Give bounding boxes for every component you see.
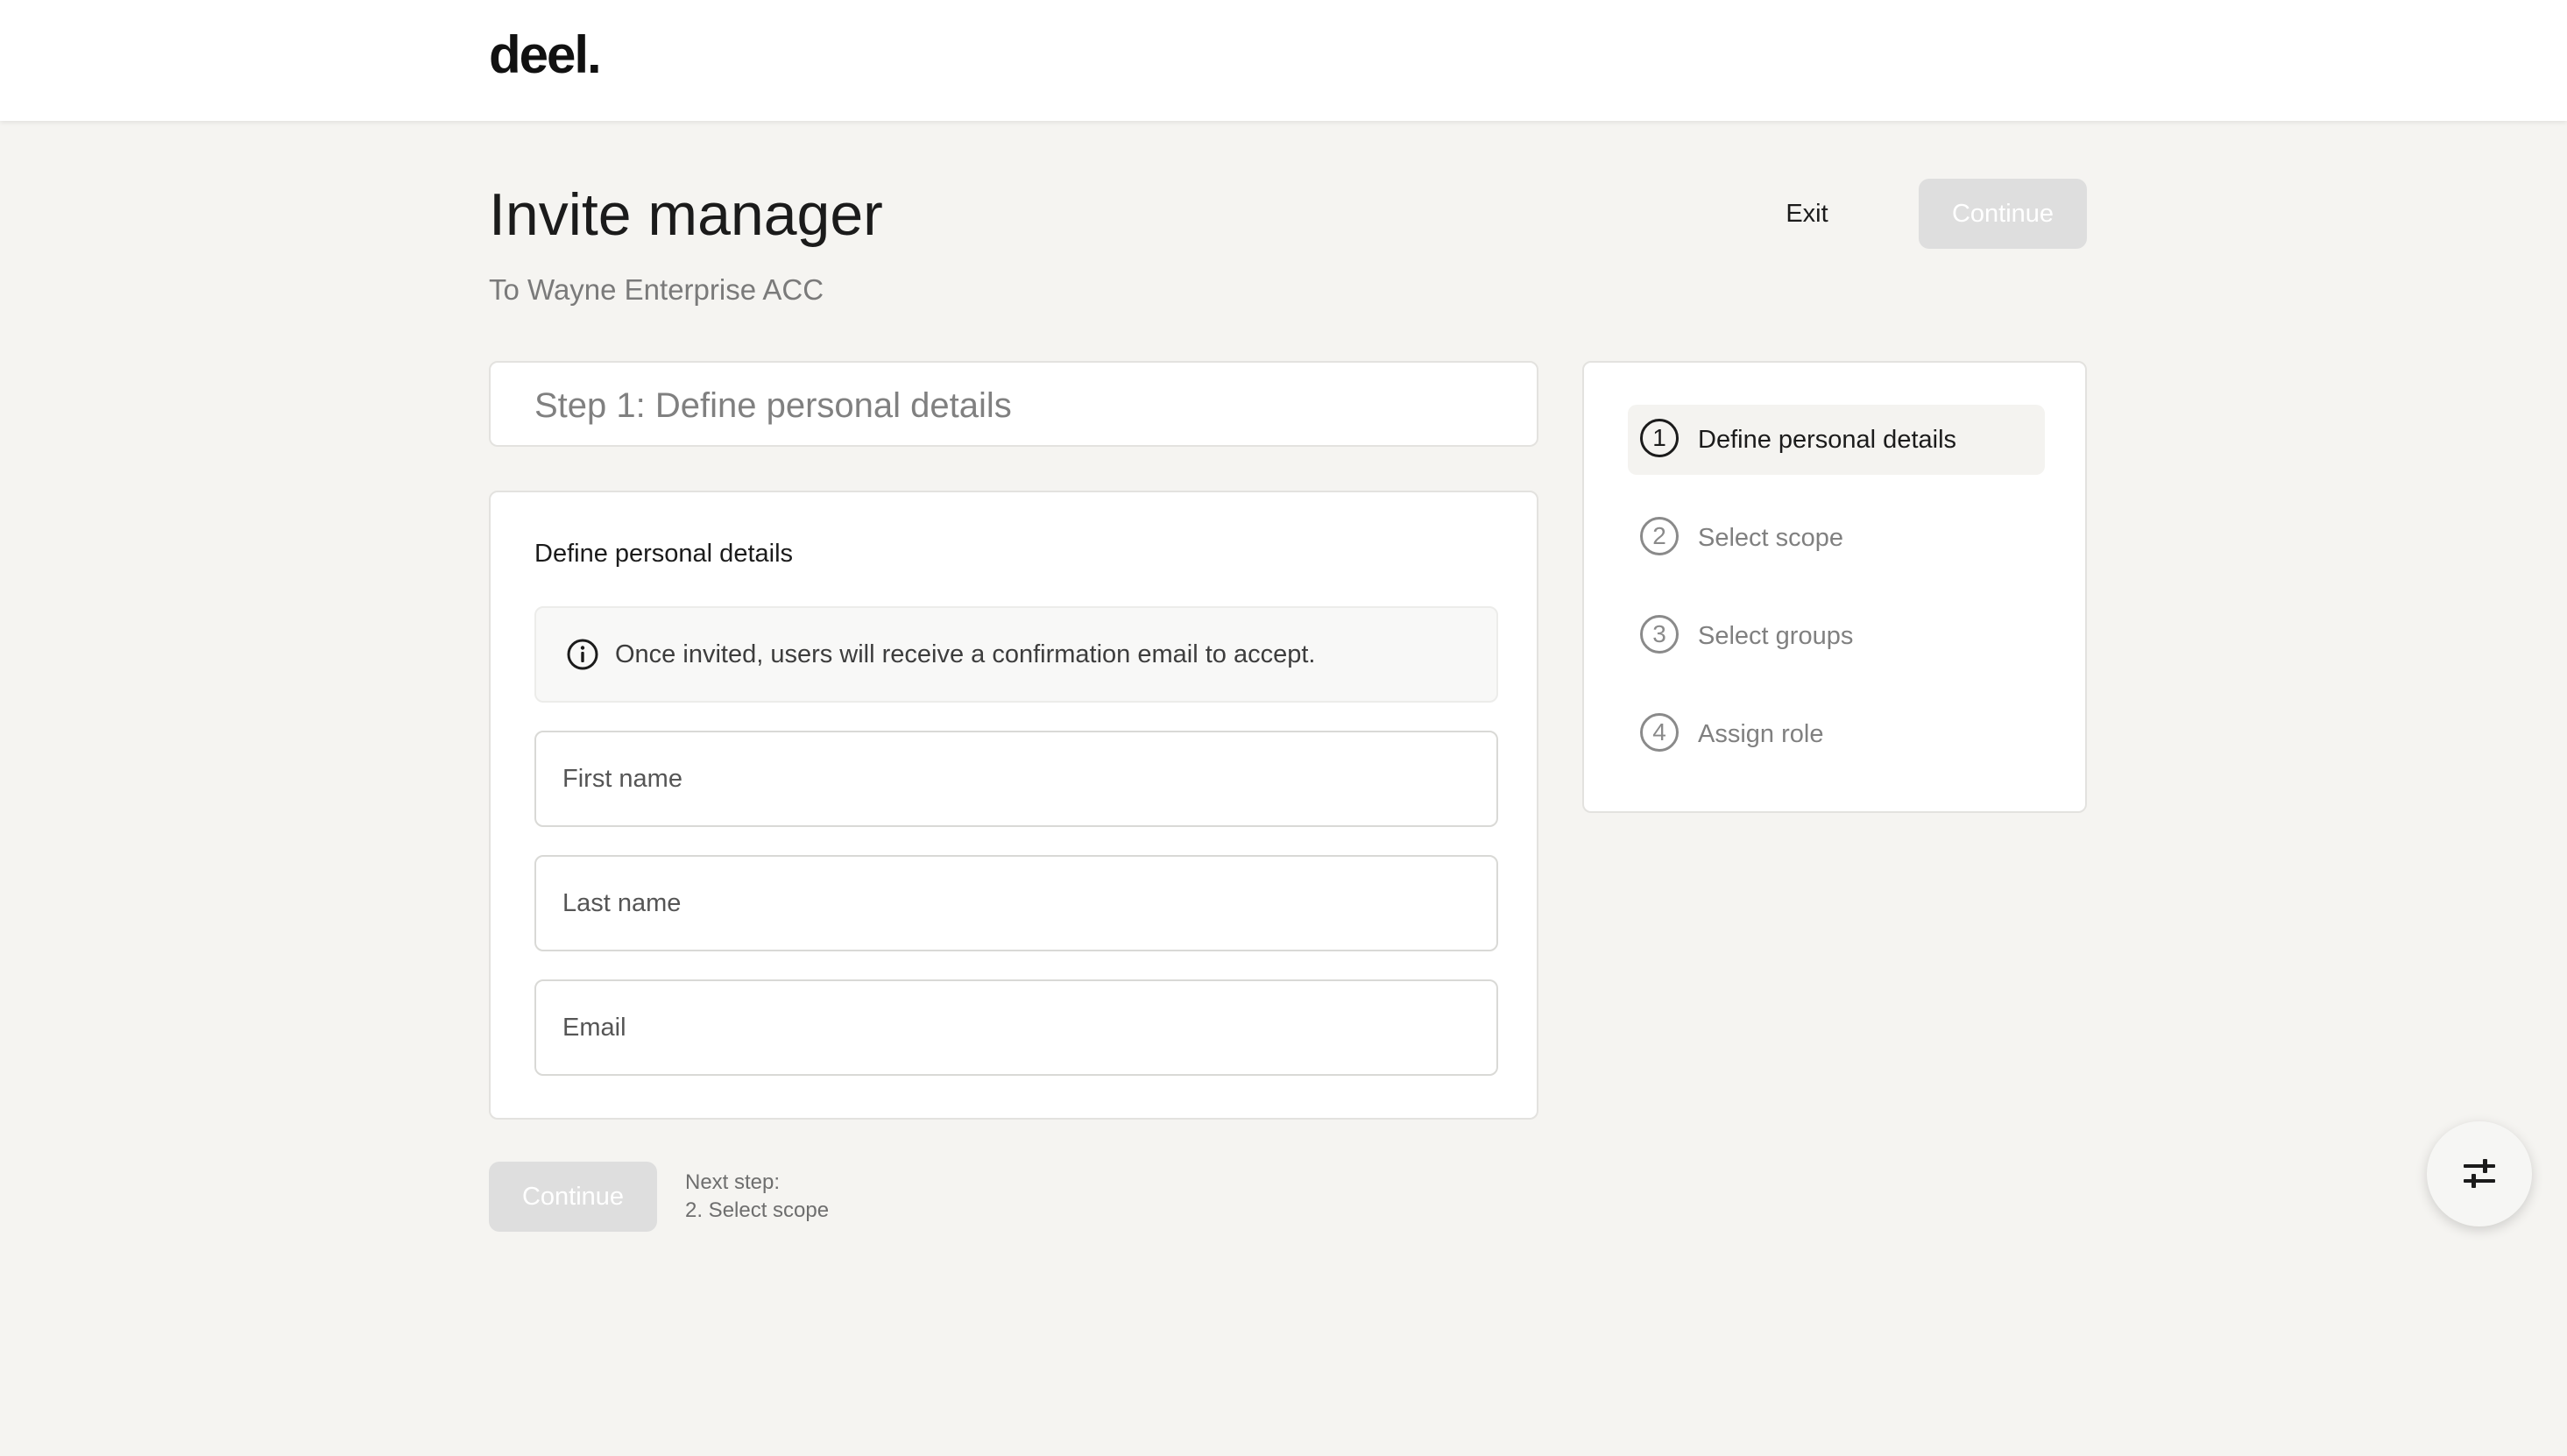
stepper-panel: 1 Define personal details 2 Select scope… bbox=[1582, 361, 2087, 813]
next-step-value: 2. Select scope bbox=[685, 1198, 830, 1222]
last-name-input[interactable] bbox=[534, 855, 1498, 951]
step-number-badge: 3 bbox=[1640, 615, 1679, 654]
stepper-item-label: Select groups bbox=[1698, 622, 1854, 650]
info-text: Once invited, users will receive a confi… bbox=[615, 640, 1316, 668]
stepper-item-label: Define personal details bbox=[1698, 426, 1957, 454]
step-number-badge: 2 bbox=[1640, 517, 1679, 555]
stepper-item-label: Assign role bbox=[1698, 720, 1824, 748]
continue-button-top[interactable]: Continue bbox=[1919, 179, 2087, 249]
info-icon bbox=[567, 639, 598, 670]
stepper-item-select-scope[interactable]: 2 Select scope bbox=[1628, 503, 2045, 573]
top-bar: deel. bbox=[0, 0, 2567, 121]
settings-fab-button[interactable] bbox=[2427, 1121, 2532, 1226]
personal-details-card: Define personal details Once invited, us… bbox=[489, 491, 1538, 1120]
step-number-badge: 1 bbox=[1640, 419, 1679, 457]
exit-button[interactable]: Exit bbox=[1752, 179, 1862, 249]
stepper-item-define-personal-details[interactable]: 1 Define personal details bbox=[1628, 405, 2045, 475]
deel-logo[interactable]: deel. bbox=[489, 23, 602, 88]
step-header-text: Step 1: Define personal details bbox=[534, 386, 1012, 425]
page-subtitle: To Wayne Enterprise ACC bbox=[489, 273, 824, 306]
stepper-item-select-groups[interactable]: 3 Select groups bbox=[1628, 601, 2045, 671]
step-number-badge: 4 bbox=[1640, 713, 1679, 752]
stepper-item-assign-role[interactable]: 4 Assign role bbox=[1628, 699, 2045, 769]
continue-button-bottom[interactable]: Continue bbox=[489, 1162, 657, 1232]
email-input[interactable] bbox=[534, 979, 1498, 1076]
first-name-input[interactable] bbox=[534, 731, 1498, 827]
step-header: Step 1: Define personal details bbox=[489, 361, 1538, 447]
page-title: Invite manager bbox=[489, 181, 883, 248]
next-step-label: Next step: bbox=[685, 1170, 781, 1194]
sliders-icon bbox=[2464, 1159, 2495, 1188]
info-banner: Once invited, users will receive a confi… bbox=[534, 606, 1498, 703]
stepper-item-label: Select scope bbox=[1698, 524, 1844, 552]
form-section-title: Define personal details bbox=[534, 540, 794, 568]
